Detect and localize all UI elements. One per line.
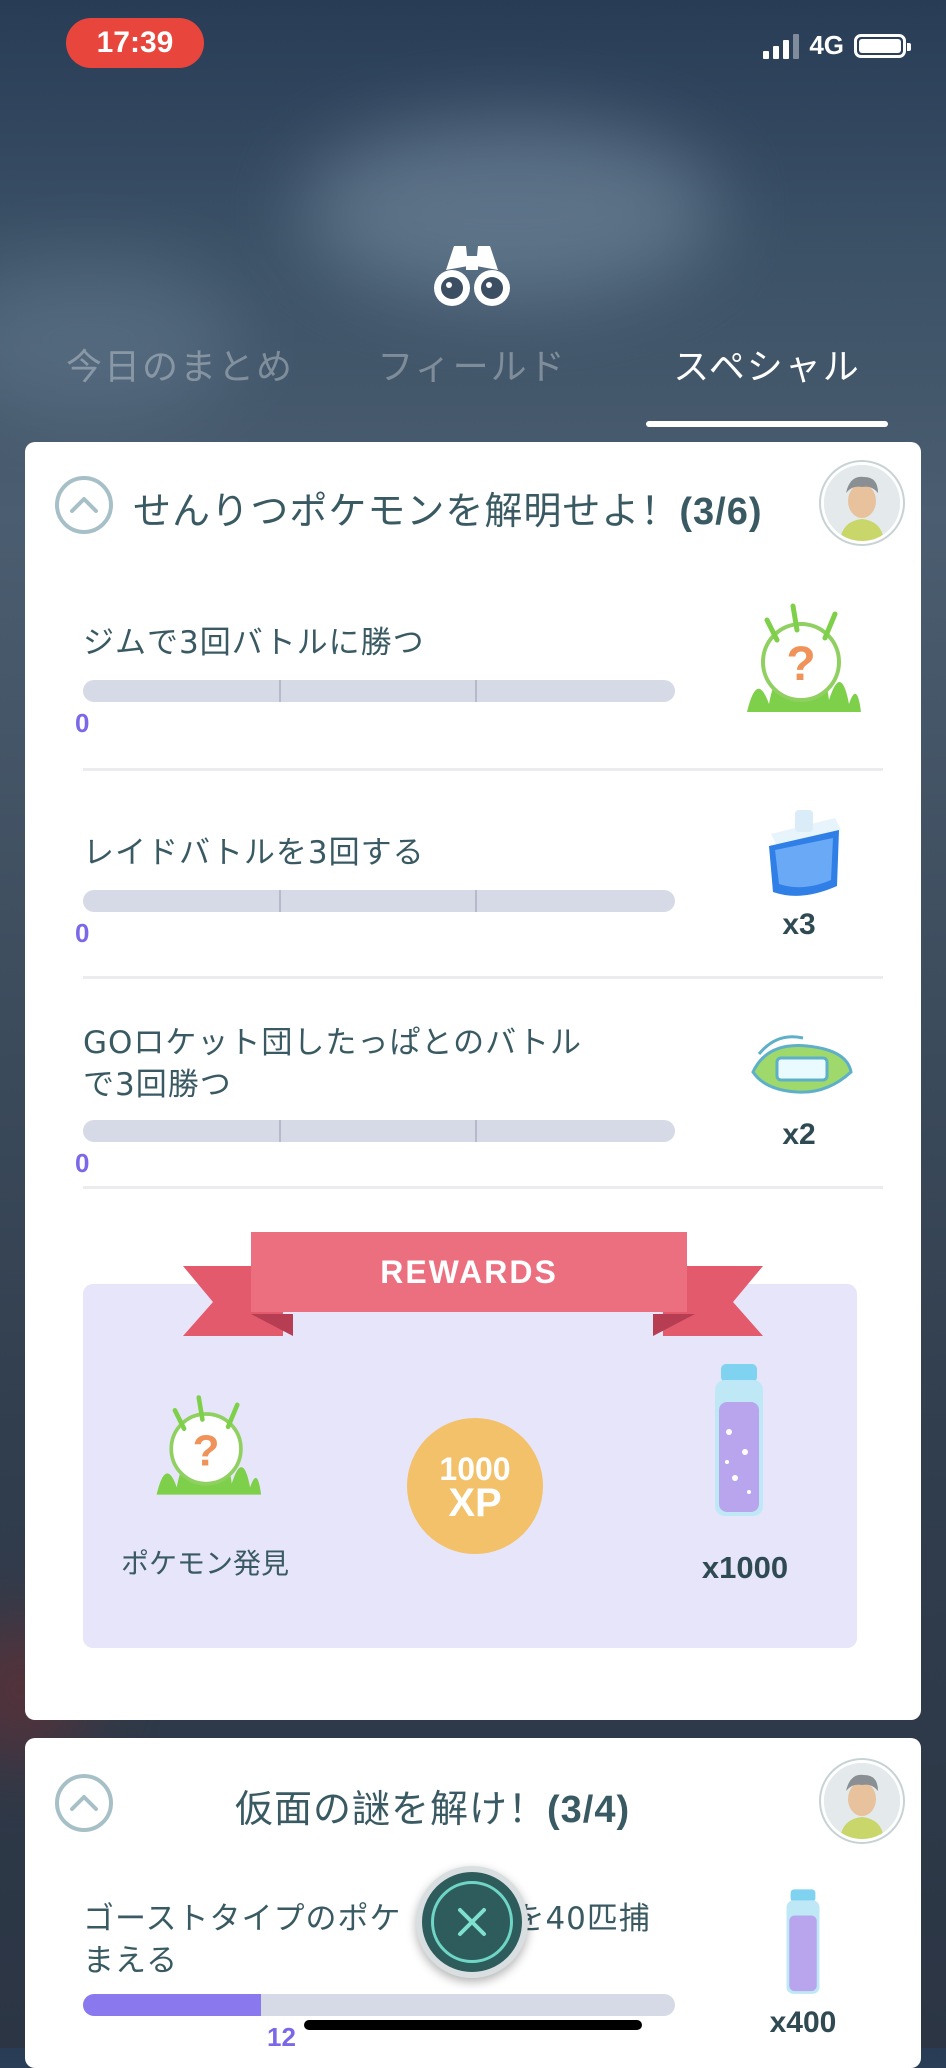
task-progress-count: 0 [75,918,90,948]
reward-quantity: x3 [782,908,816,941]
status-indicators: 4G [763,30,911,61]
binoculars-icon [434,246,510,306]
svg-text:?: ? [786,638,815,691]
task-progress-bar [83,1994,675,2016]
chevron-up-icon [70,497,98,513]
active-tab-indicator [646,421,888,427]
task-progress-bar [83,890,675,912]
close-button[interactable] [416,1866,528,1978]
divider [83,1186,883,1189]
tab-special[interactable]: スペシャル [662,338,872,390]
signal-icon [763,33,800,59]
task-progress-bar [83,680,675,702]
professor-avatar [821,1760,903,1842]
task-progress-count: 0 [75,708,90,738]
task-progress-count: 12 [267,2022,296,2052]
battery-icon [854,33,911,58]
research-title-text: せんりつポケモンを解明せよ！ [133,489,680,533]
raid-pass-icon [769,810,841,896]
research-progress: (3/6) [679,491,763,533]
reward-stardust-label: x1000 [701,1550,789,1585]
stardust-bottle-icon [786,1889,820,1994]
research-tabs: 今日のまとめ フィールド スペシャル [0,338,946,408]
research-title: 仮面の謎を解け！(3/4) [235,1778,630,1833]
rewards-banner-label: REWARDS [251,1232,687,1312]
tab-field[interactable]: フィールド [372,338,572,390]
tab-today[interactable]: 今日のまとめ [60,338,300,390]
xp-coin-icon: 1000 XP [407,1418,543,1554]
super-incubator-icon [751,1035,853,1094]
xp-unit: XP [448,1481,502,1525]
collapse-button[interactable] [55,476,113,534]
svg-text:?: ? [193,1426,220,1475]
reward-encounter-label: ポケモン発見 [120,1547,289,1580]
chevron-up-icon [70,1795,98,1811]
research-progress: (3/4) [547,1789,631,1831]
stardust-bottle-icon [715,1364,763,1516]
close-icon [458,1908,486,1936]
task-progress-fill [83,1994,261,2016]
encounter-grass-icon: ? [747,603,861,712]
divider [83,768,883,771]
status-time: 17:39 [66,18,204,68]
reward-quantity: x2 [782,1118,816,1151]
collapse-button[interactable] [55,1774,113,1832]
divider [83,976,883,979]
encounter-grass-icon: ? [156,1395,262,1495]
research-title-text: 仮面の謎を解け！ [235,1787,548,1831]
special-research-card: せんりつポケモンを解明せよ！(3/6) ジムで3回バトルに勝つ 0 ? レイドバ… [25,442,921,1720]
research-title: せんりつポケモンを解明せよ！(3/6) [133,480,763,535]
task-progress-count: 0 [75,1148,90,1178]
professor-avatar [821,462,903,544]
home-indicator[interactable] [304,2020,642,2030]
network-type: 4G [809,30,844,60]
task-progress-bar [83,1120,675,1142]
reward-quantity: x400 [769,2006,837,2039]
rewards-banner: REWARDS [183,1232,763,1342]
